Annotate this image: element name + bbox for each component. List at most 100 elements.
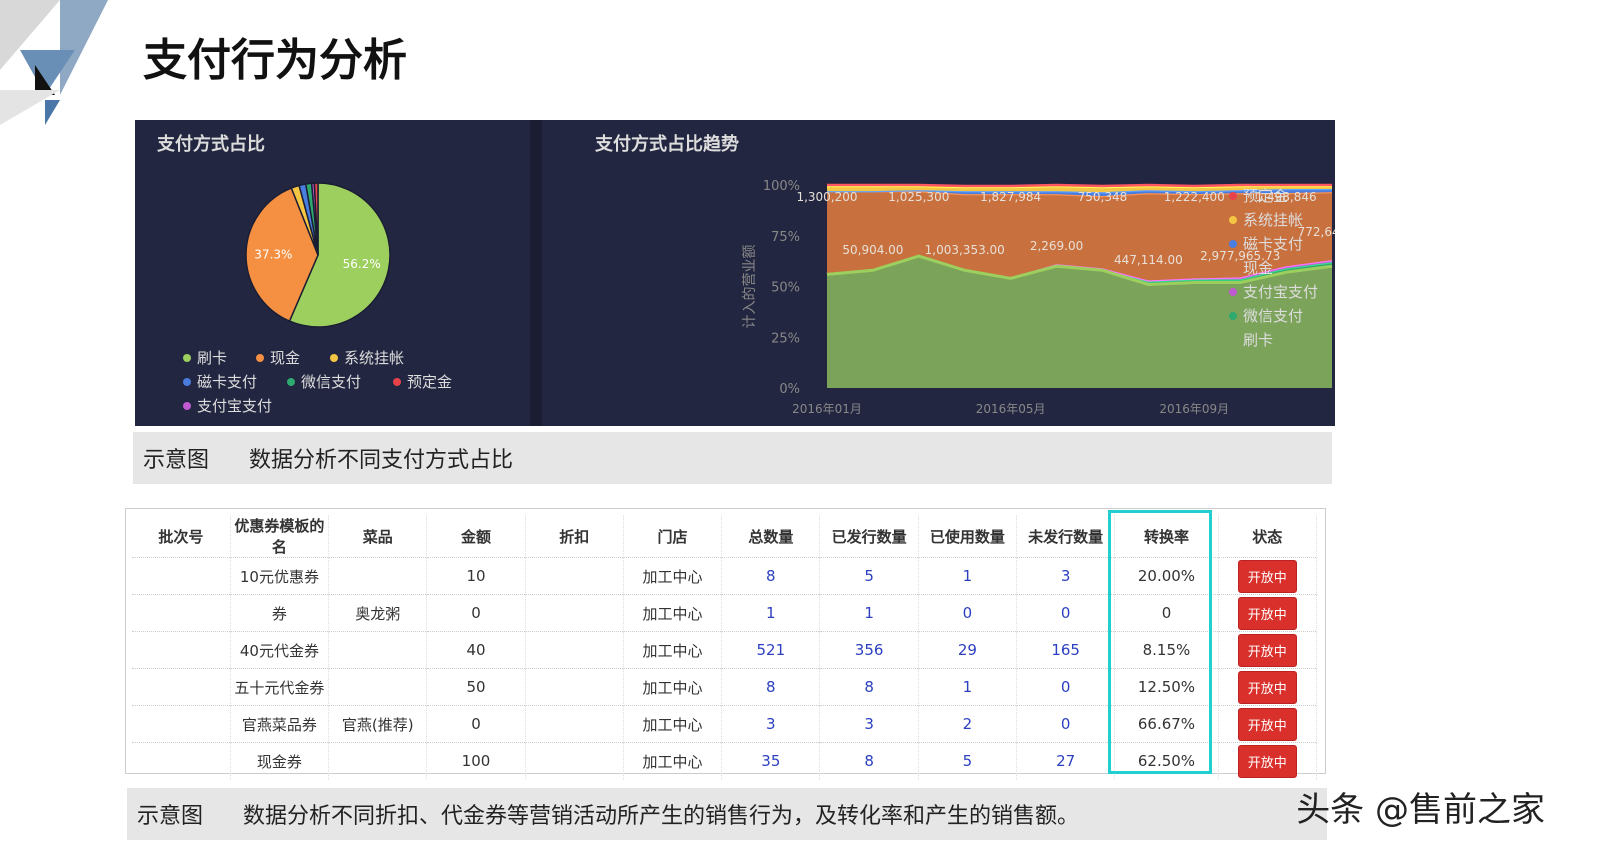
cell-7: 3 xyxy=(819,705,919,743)
legend-item-现金[interactable]: 现金 xyxy=(256,349,300,367)
svg-text:预定金: 预定金 xyxy=(407,373,452,391)
cell-6: 35 xyxy=(721,742,821,780)
cell-11[interactable]: 开放中 xyxy=(1218,705,1318,743)
svg-text:系统挂帐: 系统挂帐 xyxy=(344,349,404,367)
line-series-预定金 xyxy=(827,183,1332,188)
caption-2: 示意图 数据分析不同折扣、代金券等营销活动所产生的销售行为，及转化率和产生的销售额… xyxy=(127,788,1327,840)
pie-label: 37.3% xyxy=(254,247,292,261)
column-header[interactable]: 状态 xyxy=(1218,515,1318,558)
status-button[interactable]: 开放中 xyxy=(1237,596,1297,630)
legend-item-预定金[interactable]: 预定金 xyxy=(393,373,452,391)
data-label: 772,649.00 xyxy=(1298,225,1335,239)
cell-3: 100 xyxy=(426,742,526,780)
caption-text: 数据分析不同折扣、代金券等营销活动所产生的销售行为，及转化率和产生的销售额。 xyxy=(243,804,1080,829)
cell-11[interactable]: 开放中 xyxy=(1218,742,1318,780)
cell-3: 0 xyxy=(426,594,526,632)
column-header[interactable]: 折扣 xyxy=(525,515,624,558)
cell-7: 8 xyxy=(819,742,919,780)
cell-1: 五十元代金券 xyxy=(230,668,330,706)
cell-5: 加工中心 xyxy=(623,742,723,780)
column-header[interactable]: 已发行数量 xyxy=(819,515,919,558)
cell-9: 27 xyxy=(1016,742,1116,780)
status-button[interactable]: 开放中 xyxy=(1237,633,1297,667)
y-tick: 100% xyxy=(763,179,800,194)
svg-text:刷卡: 刷卡 xyxy=(1243,331,1273,349)
svg-text:微信支付: 微信支付 xyxy=(301,373,361,391)
data-label: 750,348 xyxy=(1078,190,1128,204)
status-button[interactable]: 开放中 xyxy=(1237,707,1297,741)
legend-item-微信支付[interactable]: 微信支付 xyxy=(287,373,361,391)
y-axis-label: 计入的营业额 xyxy=(742,245,758,329)
cell-4 xyxy=(525,705,624,743)
cell-2 xyxy=(328,557,428,595)
cell-9: 0 xyxy=(1016,705,1116,743)
dashboard-panel: 支付方式占比 支付方式占比趋势 56.2% 37.3% 刷卡 现金 系统挂帐 磁卡支付 微信… xyxy=(135,120,1335,426)
cell-2 xyxy=(328,668,428,706)
cell-6: 8 xyxy=(721,557,821,595)
cell-0 xyxy=(132,668,231,706)
cell-4 xyxy=(525,742,624,780)
column-header[interactable]: 总数量 xyxy=(721,515,821,558)
area-chart: 0% 25% 50% 75% 100% 计入的营业额 2016年01月 2016年05月 201… xyxy=(742,179,1335,416)
cell-7: 5 xyxy=(819,557,919,595)
data-label: 447,114.00 xyxy=(1114,253,1183,267)
cell-8: 1 xyxy=(918,557,1018,595)
cell-2: 奥龙粥 xyxy=(328,594,428,632)
status-button[interactable]: 开放中 xyxy=(1237,744,1297,778)
cell-0 xyxy=(132,557,231,595)
cell-0 xyxy=(132,742,231,780)
cell-8: 1 xyxy=(918,668,1018,706)
cell-8: 5 xyxy=(918,742,1018,780)
x-tick: 2016年01月 xyxy=(792,402,862,416)
cell-11[interactable]: 开放中 xyxy=(1218,594,1318,632)
data-label: 1,827,984 xyxy=(980,190,1041,204)
data-label: 50,904.00 xyxy=(842,243,903,257)
status-button[interactable]: 开放中 xyxy=(1237,670,1297,704)
cell-8: 0 xyxy=(918,594,1018,632)
data-label: 2,269.00 xyxy=(1030,239,1083,253)
caption-1: 示意图 数据分析不同支付方式占比 xyxy=(133,432,1332,484)
legend-item-支付宝支付[interactable]: 支付宝支付 xyxy=(183,397,272,415)
cell-11[interactable]: 开放中 xyxy=(1218,631,1318,669)
column-header[interactable]: 批次号 xyxy=(132,515,231,558)
cell-3: 50 xyxy=(426,668,526,706)
legend-item-支付宝支付[interactable]: 支付宝支付 xyxy=(1229,283,1318,301)
legend-item-刷卡[interactable]: 刷卡 xyxy=(183,349,227,367)
cell-4 xyxy=(525,557,624,595)
column-header[interactable]: 菜品 xyxy=(328,515,428,558)
cell-5: 加工中心 xyxy=(623,668,723,706)
cell-5: 加工中心 xyxy=(623,594,723,632)
column-header[interactable]: 已使用数量 xyxy=(918,515,1018,558)
data-label: 1,025,300 xyxy=(888,190,949,204)
cell-9: 3 xyxy=(1016,557,1116,595)
column-header[interactable]: 金额 xyxy=(426,515,526,558)
cell-3: 0 xyxy=(426,705,526,743)
cell-8: 2 xyxy=(918,705,1018,743)
legend-item-磁卡支付[interactable]: 磁卡支付 xyxy=(183,373,257,391)
cell-6: 8 xyxy=(721,668,821,706)
column-header[interactable]: 门店 xyxy=(623,515,723,558)
cell-9: 0 xyxy=(1016,668,1116,706)
data-label: 1,300,200 xyxy=(796,190,857,204)
cell-4 xyxy=(525,668,624,706)
cell-11[interactable]: 开放中 xyxy=(1218,668,1318,706)
svg-text:磁卡支付: 磁卡支付 xyxy=(1243,235,1303,253)
x-tick: 2016年09月 xyxy=(1159,402,1229,416)
legend-item-系统挂帐[interactable]: 系统挂帐 xyxy=(330,349,404,367)
cell-6: 1 xyxy=(721,594,821,632)
caption-label: 示意图 xyxy=(143,448,210,473)
cell-1: 官燕菜品券 xyxy=(230,705,330,743)
pie-chart: 56.2% 37.3% 刷卡 现金 系统挂帐磁卡支付 微信支付 预定金支付宝支付 xyxy=(183,182,452,415)
svg-text:磁卡支付: 磁卡支付 xyxy=(197,373,257,391)
svg-text:刷卡: 刷卡 xyxy=(197,349,227,367)
cell-7: 8 xyxy=(819,668,919,706)
column-header[interactable]: 未发行数量 xyxy=(1016,515,1116,558)
status-button[interactable]: 开放中 xyxy=(1237,559,1297,593)
svg-text:微信支付: 微信支付 xyxy=(1243,307,1303,325)
data-label: 1,003,353.00 xyxy=(925,243,1005,257)
cell-9: 0 xyxy=(1016,594,1116,632)
column-header[interactable]: 优惠券模板的名 xyxy=(230,515,330,558)
svg-text:系统挂帐: 系统挂帐 xyxy=(1243,211,1303,229)
cell-0 xyxy=(132,705,231,743)
cell-11[interactable]: 开放中 xyxy=(1218,557,1318,595)
